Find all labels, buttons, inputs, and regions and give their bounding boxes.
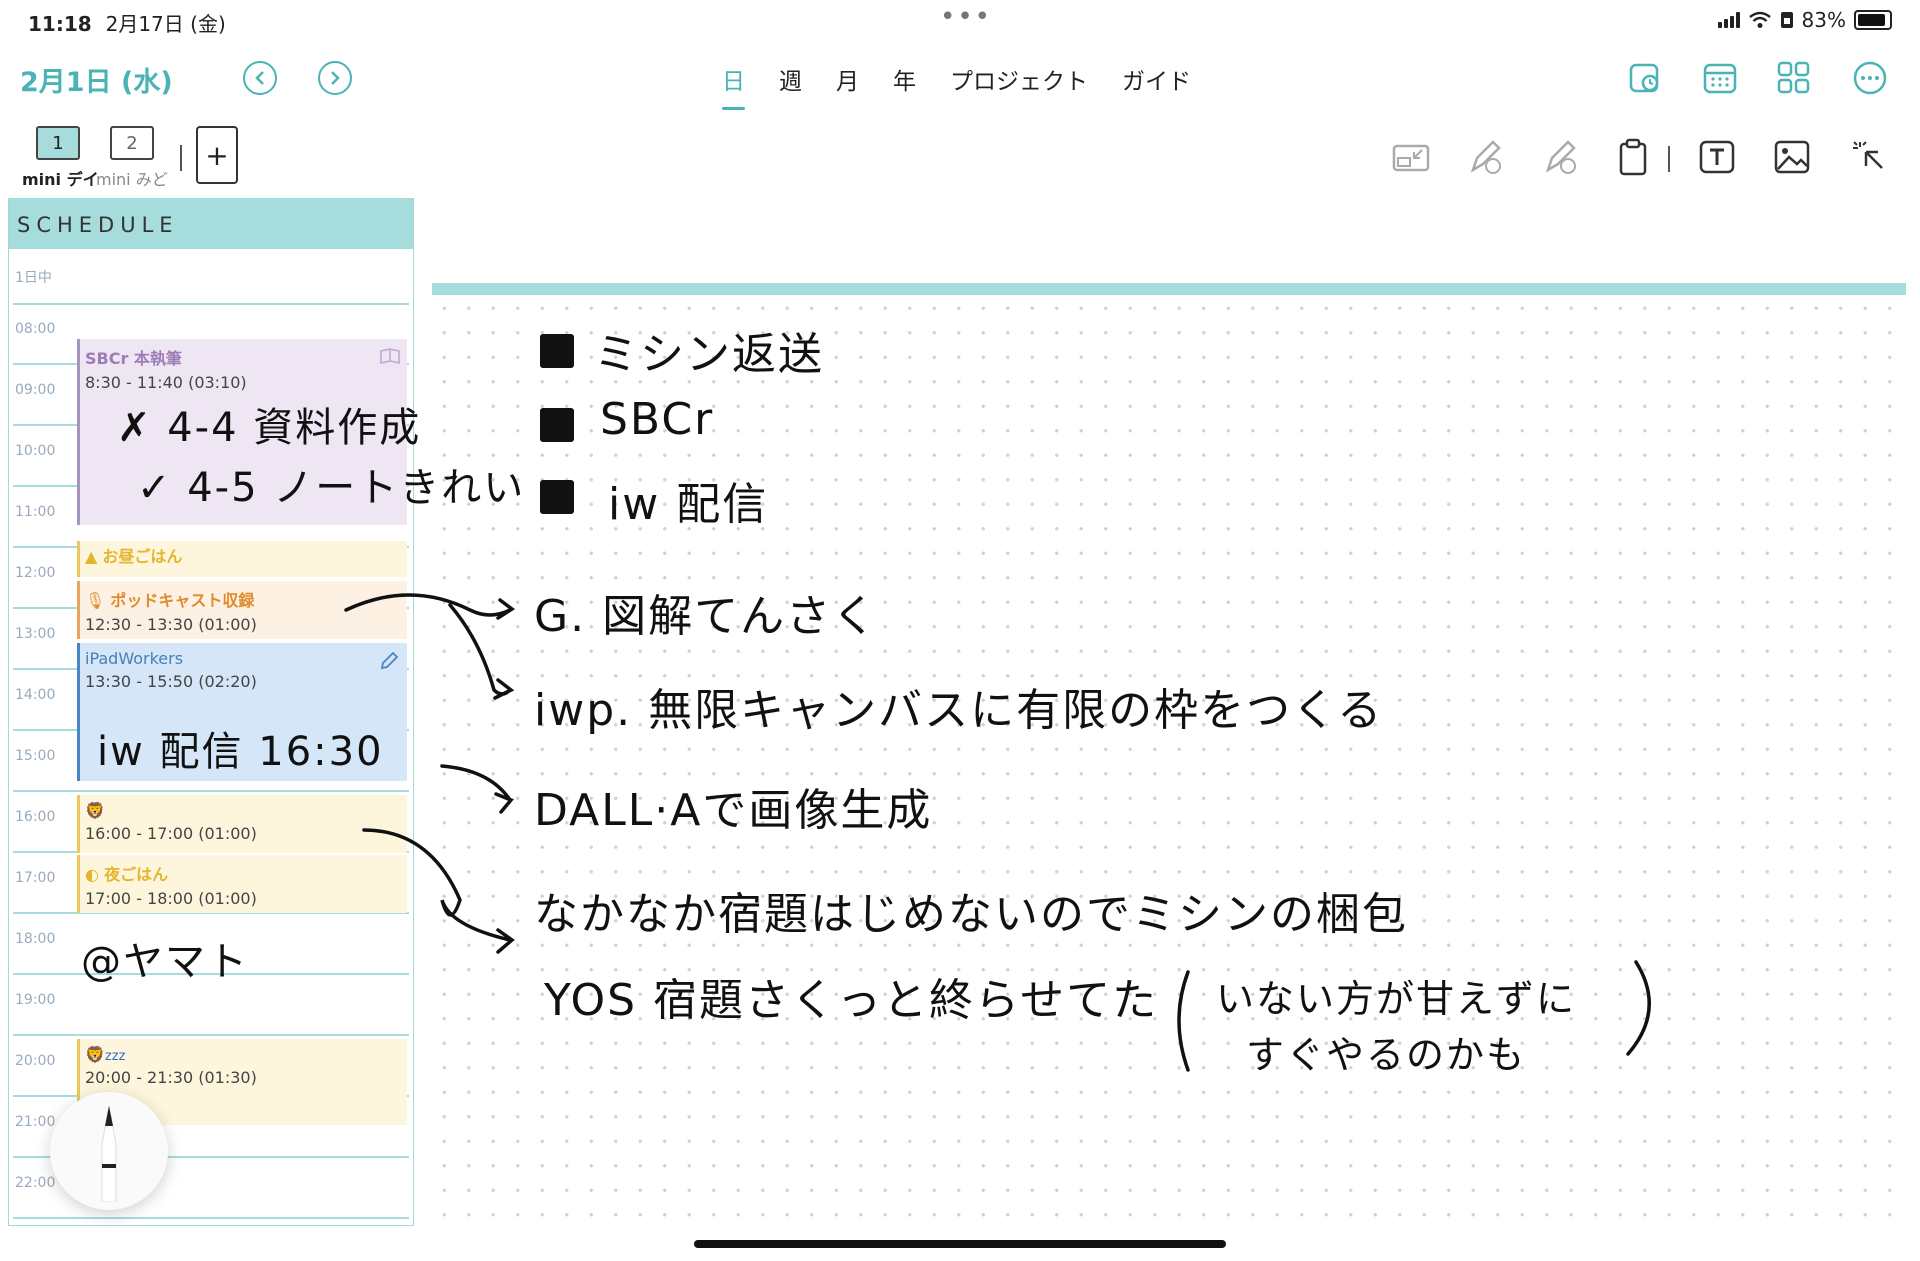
checkbox-checked[interactable] — [540, 480, 574, 514]
add-page-button[interactable]: + — [196, 126, 238, 184]
hour-label: 09:00 — [15, 382, 56, 398]
divider — [1668, 146, 1670, 172]
view-tabs: 日 週 月 年 プロジェクト ガイド — [722, 62, 1191, 110]
clipboard-icon[interactable] — [1614, 138, 1652, 176]
handwritten-note: @ヤマト — [81, 939, 249, 985]
hour-label: 15:00 — [15, 748, 56, 764]
hour-label: 20:00 — [15, 1053, 56, 1069]
allday-label: 1日中 — [15, 270, 52, 286]
todo-item: SBCr — [600, 394, 715, 445]
event-title: ポッドキャスト収録 — [110, 591, 255, 610]
calendar-icon[interactable] — [1702, 60, 1738, 96]
home-indicator[interactable] — [694, 1240, 1226, 1248]
next-day-button[interactable] — [318, 61, 352, 95]
image-icon[interactable] — [1773, 138, 1811, 176]
undo-pen-icon[interactable] — [1467, 138, 1505, 176]
event-title: SBCr 本執筆 — [85, 349, 182, 368]
sleep-zzz: zzz — [104, 1049, 126, 1064]
hour-label: 16:00 — [15, 809, 56, 825]
status-time: 11:18 2月17日 (金) — [28, 12, 226, 36]
divider — [180, 145, 182, 171]
event-lunch[interactable]: ▲ お昼ごはん — [77, 541, 407, 577]
rice-bowl-icon: ◐ — [85, 865, 99, 884]
schedule-title: SCHEDULE — [17, 213, 179, 237]
redo-pen-icon[interactable] — [1542, 138, 1580, 176]
page-num: 1 — [52, 132, 64, 154]
checkbox-checked[interactable] — [540, 408, 574, 442]
microphone-icon: 🎙 — [85, 591, 106, 610]
lasso-select-icon[interactable] — [1850, 138, 1888, 176]
hour-label: 21:00 — [15, 1114, 56, 1130]
lion-icon: 🦁 — [85, 1045, 105, 1064]
page-num: 2 — [126, 132, 138, 154]
hour-label: 08:00 — [15, 321, 56, 337]
hour-label: 22:00 — [15, 1175, 56, 1191]
handwritten-note: ✗ 4-4 資料作成 — [117, 405, 422, 451]
hour-label: 12:00 — [15, 565, 56, 581]
event-title: お昼ごはん — [102, 547, 183, 566]
arrow-to-mishin — [362, 828, 515, 954]
hour-label: 18:00 — [15, 931, 56, 947]
grid-icon[interactable] — [1776, 60, 1812, 96]
page-tab-1-label: mini デイ — [22, 170, 99, 189]
lock-rotation-icon — [1780, 12, 1793, 28]
daily-view-icon[interactable] — [1628, 60, 1664, 96]
text-box-icon[interactable] — [1698, 138, 1736, 176]
arrow-to-g — [344, 593, 516, 620]
hour-label: 11:00 — [15, 504, 56, 520]
onigiri-icon: ▲ — [85, 547, 98, 566]
date-title[interactable]: 2月1日 (水) — [20, 60, 173, 99]
hour-label: 13:00 — [15, 626, 56, 642]
arrow-to-dall — [440, 764, 514, 814]
status-icons: 83% — [1717, 8, 1892, 32]
todo-item: ミシン返送 — [594, 329, 824, 380]
chevron-right-icon — [331, 71, 340, 85]
ink-strokes — [344, 593, 1651, 1072]
canvas-top-bar — [432, 283, 1906, 295]
book-icon — [380, 348, 400, 364]
battery-icon — [1854, 10, 1892, 30]
more-icon[interactable] — [1852, 60, 1888, 96]
bracket-left — [1177, 970, 1190, 1072]
bracket-right — [1626, 960, 1651, 1056]
hour-label: 10:00 — [15, 443, 56, 459]
page-tab-1[interactable]: 1 — [36, 126, 80, 160]
status-bar: 11:18 2月17日 (金) ••• 83% — [0, 0, 1920, 40]
schedule-header: SCHEDULE — [9, 199, 413, 249]
tab-year[interactable]: 年 — [893, 62, 916, 96]
todo-item: iw 配信 — [608, 479, 769, 530]
arrow-to-iwp — [448, 603, 515, 700]
checkbox-checked[interactable] — [540, 334, 574, 368]
cellular-icon — [1717, 12, 1740, 28]
battery-percent: 83% — [1801, 8, 1846, 32]
event-time: 8:30 - 11:40 (03:10) — [85, 373, 247, 392]
chevron-left-icon — [255, 71, 264, 85]
pencil-icon — [101, 1105, 117, 1202]
page-tab-2[interactable]: 2 — [110, 126, 154, 160]
hour-line — [13, 1217, 409, 1219]
tab-month[interactable]: 月 — [836, 62, 859, 96]
wifi-icon — [1748, 11, 1771, 28]
hour-label: 19:00 — [15, 992, 56, 1008]
hour-label: 14:00 — [15, 687, 56, 703]
prev-day-button[interactable] — [243, 61, 277, 95]
hour-label: 17:00 — [15, 870, 56, 886]
page-tab-2-label: mini みど — [96, 170, 168, 189]
tab-project[interactable]: プロジェクト — [950, 62, 1088, 96]
multitasking-dots[interactable]: ••• — [940, 2, 992, 32]
tab-day[interactable]: 日 — [722, 62, 745, 110]
tab-guide[interactable]: ガイド — [1122, 62, 1191, 96]
resize-icon[interactable] — [1392, 138, 1430, 176]
tab-week[interactable]: 週 — [779, 62, 802, 96]
pencil-tool-button[interactable] — [50, 1092, 168, 1210]
grid-line — [13, 303, 409, 305]
event-title: 夜ごはん — [104, 865, 169, 884]
